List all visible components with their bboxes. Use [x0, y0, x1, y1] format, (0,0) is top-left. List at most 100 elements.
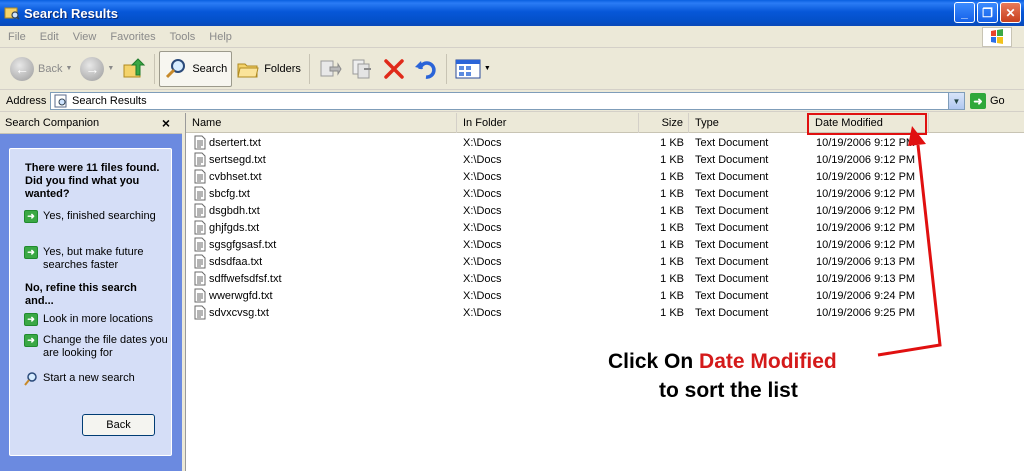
file-size: 1 KB [660, 273, 684, 285]
file-name: dsertert.txt [209, 137, 261, 149]
search-button[interactable]: Search [159, 50, 233, 87]
file-name: sgsgfgsasf.txt [209, 239, 277, 251]
file-size: 1 KB [660, 205, 684, 217]
back-label: Back [38, 62, 63, 75]
table-row[interactable]: dsertert.txt X:\Docs 1 KB Text Document 10/1… [186, 135, 1024, 152]
companion-header: Search Companion × [0, 113, 182, 134]
file-folder: X:\Docs [463, 256, 502, 268]
table-row[interactable]: sdsdfaa.txt X:\Docs 1 KB Text Document 10/19… [186, 254, 1024, 271]
column-header-size[interactable]: Size [639, 113, 689, 133]
text-document-icon [194, 305, 206, 320]
file-size: 1 KB [660, 222, 684, 234]
file-size: 1 KB [660, 154, 684, 166]
up-button[interactable] [118, 51, 150, 87]
column-size-label: Size [661, 117, 683, 129]
annotation-line-1: Click On Date Modified [608, 350, 837, 374]
table-row[interactable]: sdvxcvsg.txt X:\Docs 1 KB Text Document 10/1… [186, 305, 1024, 322]
menu-bar: File Edit View Favorites Tools Help [0, 26, 1024, 48]
address-input[interactable]: Search Results ▼ [50, 92, 965, 110]
text-document-icon [194, 288, 206, 303]
refine-heading: No, refine this search and... [25, 282, 137, 307]
file-name: sdsdfaa.txt [209, 256, 263, 268]
file-size: 1 KB [660, 290, 684, 302]
file-type: Text Document [695, 307, 769, 319]
folders-button[interactable]: Folders [232, 51, 305, 87]
menu-tools[interactable]: Tools [163, 31, 203, 43]
table-row[interactable]: cvbhset.txt X:\Docs 1 KB Text Document 10/19… [186, 169, 1024, 186]
file-type: Text Document [695, 222, 769, 234]
menu-file[interactable]: File [0, 31, 33, 43]
table-row[interactable]: dsgbdh.txt X:\Docs 1 KB Text Document 10/19/… [186, 203, 1024, 220]
title-bar: Search Results _ ❐ ✕ [0, 0, 1024, 26]
windows-flag-icon [991, 29, 1003, 44]
address-bar: Address Search Results ▼ ➜ Go [0, 90, 1024, 112]
file-folder: X:\Docs [463, 273, 502, 285]
restore-icon: ❐ [982, 5, 993, 20]
table-row[interactable]: sbcfg.txt X:\Docs 1 KB Text Document 10/19/2… [186, 186, 1024, 203]
menu-favorites[interactable]: Favorites [103, 31, 162, 43]
file-folder: X:\Docs [463, 239, 502, 251]
delete-button[interactable] [378, 51, 410, 87]
go-button[interactable]: ➜ Go [970, 93, 1005, 109]
maximize-button[interactable]: ❐ [977, 2, 998, 23]
views-button[interactable]: ▼ [451, 51, 495, 87]
address-dropdown-button[interactable]: ▼ [948, 93, 964, 109]
file-modified: 10/19/2006 9:25 PM [816, 307, 916, 319]
menu-view[interactable]: View [66, 31, 104, 43]
file-folder: X:\Docs [463, 290, 502, 302]
file-name: ghjfgds.txt [209, 222, 260, 234]
address-label: Address [6, 94, 47, 107]
file-modified: 10/19/2006 9:12 PM [816, 222, 916, 234]
magnifier-icon [24, 372, 37, 386]
close-button[interactable]: ✕ [1000, 2, 1021, 23]
companion-back-button[interactable]: Back [82, 414, 155, 436]
menu-help[interactable]: Help [202, 31, 239, 43]
table-row[interactable]: ghjfgds.txt X:\Docs 1 KB Text Document 10/19… [186, 220, 1024, 237]
file-folder: X:\Docs [463, 137, 502, 149]
table-row[interactable]: sdffwefsdfsf.txt X:\Docs 1 KB Text Document… [186, 271, 1024, 288]
table-row[interactable]: sertsegd.txt X:\Docs 1 KB Text Document 10/1… [186, 152, 1024, 169]
file-folder: X:\Docs [463, 154, 502, 166]
menu-edit[interactable]: Edit [33, 31, 66, 43]
move-to-icon [320, 60, 342, 76]
copy-to-button[interactable] [346, 51, 378, 87]
link-more-locations[interactable]: ➜ Look in more locations [24, 313, 169, 326]
toolbar-separator [154, 53, 156, 84]
file-name: sdvxcvsg.txt [209, 307, 269, 319]
link-change-dates-label: Change the file dates you are looking fo… [43, 334, 168, 359]
table-row[interactable]: wwerwgfd.txt X:\Docs 1 KB Text Document 10/1… [186, 288, 1024, 305]
link-new-search-label: Start a new search [43, 372, 135, 384]
chevron-down-icon: ▼ [65, 65, 73, 72]
link-finished-searching[interactable]: ➜ Yes, finished searching [24, 210, 169, 223]
folder-up-icon [123, 57, 146, 77]
green-arrow-icon: ➜ [24, 246, 38, 259]
column-header-name[interactable]: Name [186, 113, 457, 133]
forward-button[interactable]: → ▼ [76, 51, 118, 87]
file-name: sertsegd.txt [209, 154, 266, 166]
move-to-button[interactable] [314, 51, 346, 87]
link-change-dates[interactable]: ➜ Change the file dates you are looking … [24, 334, 169, 360]
file-name: sdffwefsdfsf.txt [209, 273, 282, 285]
file-name: sbcfg.txt [209, 188, 250, 200]
link-faster-searches[interactable]: ➜ Yes, but make future searches faster [24, 246, 169, 272]
back-button[interactable]: ← Back ▼ [6, 51, 76, 87]
undo-button[interactable] [410, 51, 442, 87]
annotation-highlight: Date Modified [699, 350, 837, 373]
table-row[interactable]: sgsgfgsasf.txt X:\Docs 1 KB Text Document 10… [186, 237, 1024, 254]
copy-to-icon [352, 59, 371, 78]
file-modified: 10/19/2006 9:24 PM [816, 290, 916, 302]
companion-title: Search Companion [5, 117, 100, 129]
file-size: 1 KB [660, 171, 684, 183]
text-document-icon [194, 152, 206, 167]
column-header-folder[interactable]: In Folder [457, 113, 639, 133]
file-folder: X:\Docs [463, 307, 502, 319]
file-list: Name In Folder Size Type Date Modified d… [185, 113, 1024, 471]
link-new-search[interactable]: Start a new search [24, 372, 169, 386]
search-icon [166, 58, 186, 78]
file-type: Text Document [695, 205, 769, 217]
file-modified: 10/19/2006 9:12 PM [816, 188, 916, 200]
companion-close-icon[interactable]: × [162, 115, 170, 131]
column-header-type[interactable]: Type [689, 113, 809, 133]
file-modified: 10/19/2006 9:12 PM [816, 171, 916, 183]
minimize-button[interactable]: _ [954, 2, 975, 23]
